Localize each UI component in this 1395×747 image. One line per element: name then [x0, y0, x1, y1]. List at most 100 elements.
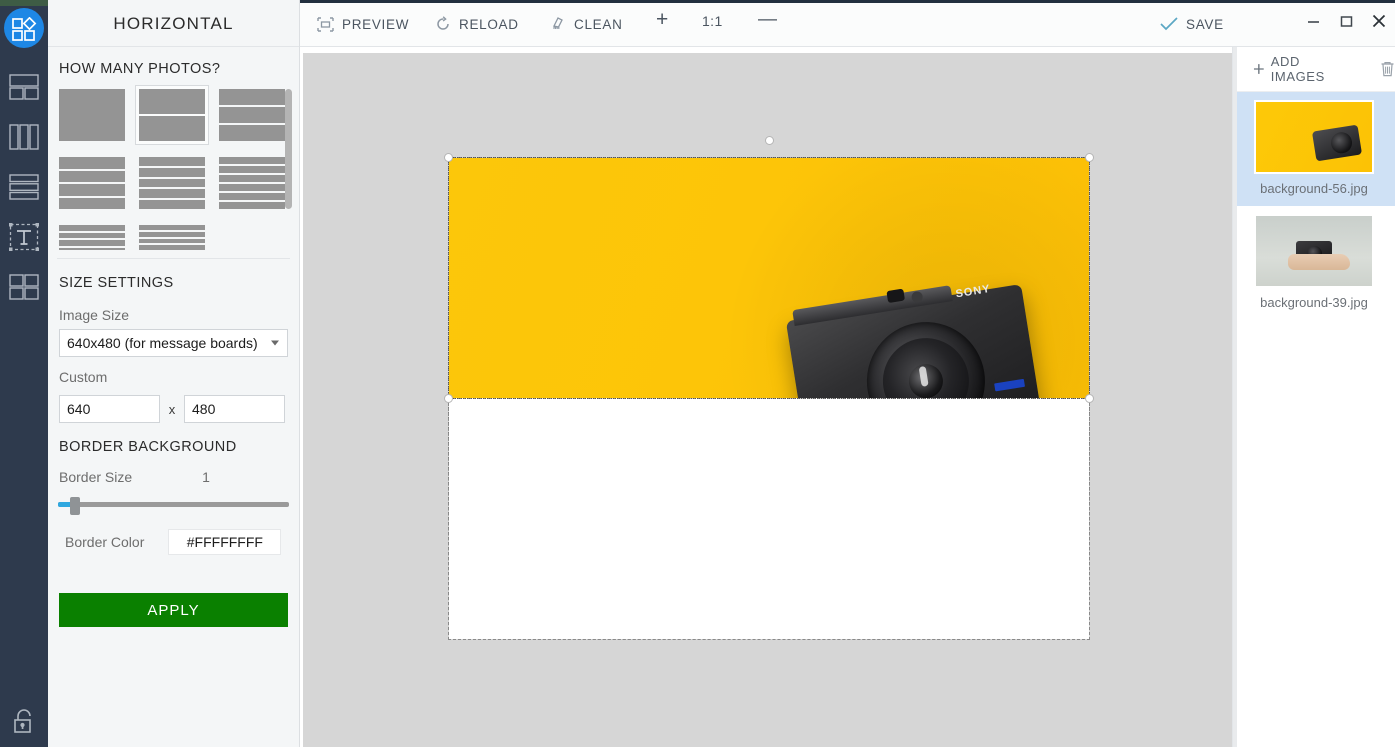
layout-slot [219, 175, 285, 182]
add-images-label: ADD IMAGES [1271, 54, 1356, 84]
delete-image-button[interactable] [1380, 61, 1395, 77]
text-box-icon [9, 223, 39, 251]
top-toolbar: PREVIEW RELOAD CLEAN + 1:1 — SAVE [300, 0, 1395, 47]
resize-handle-bottom-right[interactable] [1085, 394, 1094, 403]
window-close-button[interactable] [1362, 6, 1395, 36]
sidebar-item-layout-quad-tool[interactable] [0, 262, 48, 312]
images-panel: ADD IMAGES background-56.jpg background-3… [1232, 47, 1395, 747]
image-size-select[interactable]: 640x480 (for message boards) [59, 329, 288, 357]
titlebar-strip [300, 0, 1395, 3]
preview-icon [317, 17, 334, 32]
layout-slot [139, 168, 205, 177]
resize-handle-top-left[interactable] [444, 153, 453, 162]
custom-height-input[interactable] [184, 395, 285, 423]
layout-option-2[interactable] [135, 85, 209, 145]
window-minimize-button[interactable] [1296, 6, 1330, 36]
border-size-label: Border Size [59, 469, 132, 485]
custom-size-label: Custom [53, 357, 294, 391]
close-icon [1372, 14, 1386, 28]
layout-slot [219, 107, 285, 123]
photo-slot-bottom[interactable] [449, 399, 1089, 639]
layout-slot [219, 193, 285, 200]
layout-rows-icon [9, 174, 39, 200]
add-images-button[interactable]: ADD IMAGES [1253, 54, 1356, 84]
reload-label: RELOAD [459, 17, 519, 32]
preview-button[interactable]: PREVIEW [317, 12, 409, 36]
photo-slot-top[interactable]: SONY [449, 158, 1089, 398]
zoom-out-button[interactable]: — [758, 9, 777, 31]
image-thumbnail[interactable] [1254, 100, 1374, 174]
photos-section-label: HOW MANY PHOTOS? [53, 47, 294, 85]
canvas-area[interactable]: SONY [303, 53, 1232, 747]
layout-slot [59, 248, 125, 250]
image-thumbnail-list: background-56.jpg background-39.jpg [1233, 92, 1395, 320]
layout-slot [139, 157, 205, 166]
layout-option-8[interactable] [135, 221, 209, 250]
save-button[interactable]: SAVE [1160, 12, 1224, 36]
camera-lens-mid [877, 332, 975, 398]
zoom-in-button[interactable]: + [656, 8, 669, 32]
border-size-row: Border Size 1 [59, 469, 288, 485]
layout-slot [139, 89, 205, 114]
thumbnail-camera-icon [1312, 125, 1362, 162]
layout-option-5[interactable] [135, 153, 209, 213]
panel-content: HOW MANY PHOTOS? SIZE SETTINGS Image Siz… [48, 47, 299, 627]
layout-slot [59, 233, 125, 239]
window-maximize-button[interactable] [1329, 6, 1363, 36]
layout-scrollbar[interactable] [285, 89, 292, 209]
size-settings-heading: SIZE SETTINGS [53, 259, 294, 295]
sidebar-item-layout-columns-tool[interactable] [0, 112, 48, 162]
save-label: SAVE [1186, 17, 1224, 32]
chevron-down-icon [271, 341, 279, 346]
plus-icon [1253, 63, 1265, 75]
layout-option-1[interactable] [55, 85, 129, 145]
layout-columns-icon [9, 124, 39, 150]
image-filename: background-56.jpg [1233, 181, 1395, 196]
layout-slot [139, 189, 205, 198]
thumbnail-hand-shape [1288, 254, 1350, 270]
border-color-value[interactable]: #FFFFFFFF [168, 529, 281, 555]
sidebar-item-unlock-tool[interactable] [0, 697, 48, 747]
resize-handle-top-right[interactable] [1085, 153, 1094, 162]
layout-option-6[interactable] [215, 153, 289, 213]
reload-button[interactable]: RELOAD [435, 12, 519, 36]
sidebar-item-layout-rows-tool[interactable] [0, 162, 48, 212]
sidebar-item-layout-two-rows-tool[interactable] [0, 62, 48, 112]
layout-slot [219, 157, 285, 164]
image-filename: background-39.jpg [1233, 295, 1395, 310]
image-thumbnail[interactable] [1254, 214, 1374, 288]
layout-option-3[interactable] [215, 85, 289, 145]
resize-handle-bottom-left[interactable] [444, 394, 453, 403]
layout-split-icon [9, 74, 39, 100]
apply-button[interactable]: APPLY [59, 593, 288, 627]
zoom-level-label[interactable]: 1:1 [702, 13, 723, 29]
image-thumbnail-item[interactable]: background-56.jpg [1233, 92, 1395, 206]
slider-thumb[interactable] [70, 497, 80, 515]
images-panel-scrollbar[interactable] [1233, 47, 1237, 747]
layout-slot [219, 89, 285, 105]
layout-slot [139, 245, 205, 250]
layout-quad-icon [9, 274, 39, 300]
layout-option-4[interactable] [55, 153, 129, 213]
layout-option-7[interactable] [55, 221, 129, 250]
app-root: HORIZONTAL HOW MANY PHOTOS? SIZE SETTING… [0, 0, 1395, 747]
thumbnail-yellow-background [1256, 102, 1372, 172]
layout-slot [219, 184, 285, 191]
custom-width-input[interactable] [59, 395, 160, 423]
clean-label: CLEAN [574, 17, 623, 32]
sidebar-item-text-tool[interactable] [0, 212, 48, 262]
tool-rail [0, 0, 48, 747]
clean-button[interactable]: CLEAN [550, 12, 623, 36]
layout-slot [59, 198, 125, 210]
layout-slot [219, 125, 285, 141]
image-thumbnail-item[interactable]: background-39.jpg [1233, 206, 1395, 320]
layout-slot [139, 179, 205, 188]
layout-slot [59, 157, 125, 169]
sidebar-item-collage-grid-tool[interactable] [0, 4, 48, 54]
border-color-label: Border Color [59, 534, 144, 550]
resize-handle-top-center[interactable] [765, 136, 774, 145]
border-size-slider[interactable] [58, 497, 289, 511]
layout-slot [139, 232, 205, 237]
collage-stage[interactable]: SONY [449, 158, 1089, 639]
layout-slot [139, 225, 205, 230]
